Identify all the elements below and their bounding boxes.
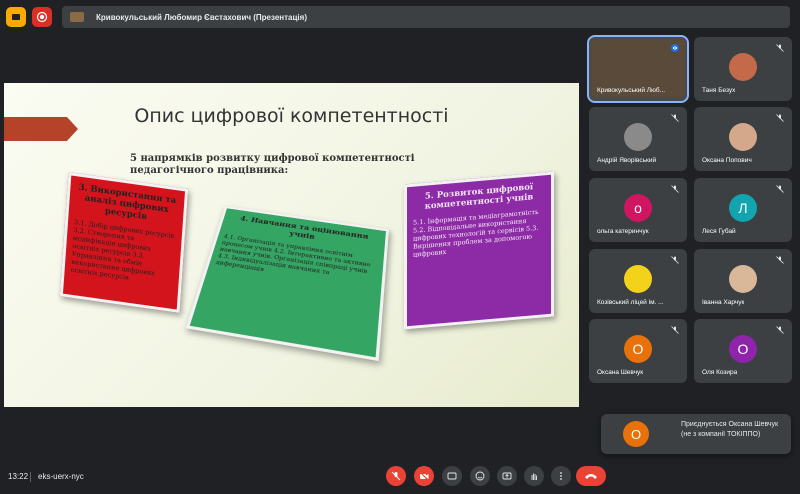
raise-hand-icon[interactable] xyxy=(524,466,544,486)
mic-muted-icon xyxy=(776,326,784,334)
leave-call-button[interactable] xyxy=(576,466,606,486)
slide-subtitle: 5 напрямків розвитку цифрової компетентн… xyxy=(130,153,480,177)
slide-box-students: 5. Розвиток цифрової компетентності учні… xyxy=(404,171,554,329)
participant-name: Леся Губай xyxy=(702,228,736,235)
participant-tile[interactable]: О Оксана Шевчук xyxy=(589,319,687,383)
mic-muted-icon xyxy=(671,256,679,264)
participant-tile[interactable]: О Оля Козира xyxy=(694,319,792,383)
participant-name: Таня Безух xyxy=(702,87,735,94)
avatar xyxy=(624,123,652,151)
mic-muted-icon xyxy=(776,185,784,193)
join-notification[interactable]: О Приєднується Оксана Шевчук (не з компа… xyxy=(601,414,791,454)
slide-title: Опис цифрової компетентності xyxy=(4,105,579,127)
participant-tile[interactable]: Андрій Яворівський xyxy=(589,107,687,171)
box-items: 3.1. Добір цифрових ресурсів 3.2. Створе… xyxy=(70,218,176,288)
participant-name: Іванна Харчук xyxy=(702,299,744,306)
participant-tile[interactable]: Кривокульський Люб... xyxy=(589,37,687,101)
participant-name: Оксана Шевчук xyxy=(597,369,643,376)
speaking-icon xyxy=(671,44,679,52)
mic-muted-icon xyxy=(776,44,784,52)
participant-tile[interactable]: Л Леся Губай xyxy=(694,178,792,242)
presentation-label: Кривокульський Любомир Євстахович (Презе… xyxy=(96,13,307,22)
participant-name: Козівський ліцей ім. ... xyxy=(597,299,664,306)
mic-off-icon[interactable] xyxy=(386,466,406,486)
presenter-icon xyxy=(70,12,84,22)
participant-name: Оксана Попович xyxy=(702,157,752,164)
participant-tile[interactable]: Оксана Попович xyxy=(694,107,792,171)
participant-name: Андрій Яворівський xyxy=(597,157,656,164)
avatar xyxy=(624,265,652,293)
emoji-icon[interactable] xyxy=(470,466,490,486)
top-bar: Кривокульський Любомир Євстахович (Презе… xyxy=(0,0,800,34)
mic-muted-icon xyxy=(776,114,784,122)
avatar: О xyxy=(729,335,757,363)
notification-text: Приєднується Оксана Шевчук (не з компані… xyxy=(681,420,781,440)
avatar: О xyxy=(624,335,652,363)
participant-name: ольга катеринчук xyxy=(597,228,649,235)
captions-icon[interactable] xyxy=(442,466,462,486)
slide-box-learning: 4. Навчання та оцінювання учнів 4.1. Орг… xyxy=(186,206,389,361)
clock: 13:22 xyxy=(8,472,28,481)
avatar xyxy=(729,53,757,81)
participant-tile[interactable]: Козівський ліцей ім. ... xyxy=(589,249,687,313)
avatar xyxy=(729,123,757,151)
hand-icon[interactable] xyxy=(6,7,26,27)
presentation-banner[interactable]: Кривокульський Любомир Євстахович (Презе… xyxy=(62,6,790,28)
avatar: о xyxy=(624,194,652,222)
box-items: 5.1. Інформація та медіаграмотність 5.2.… xyxy=(413,207,545,259)
hang-up-icon xyxy=(584,472,598,480)
shared-slide: Опис цифрової компетентності 5 напрямків… xyxy=(4,83,579,407)
mic-muted-icon xyxy=(776,256,784,264)
participant-tile[interactable]: Іванна Харчук xyxy=(694,249,792,313)
divider xyxy=(30,472,31,482)
mic-muted-icon xyxy=(671,114,679,122)
participant-tile[interactable]: о ольга катеринчук xyxy=(589,178,687,242)
meeting-code[interactable]: eks-uerx-nyc xyxy=(38,472,84,481)
avatar: О xyxy=(623,421,649,447)
avatar xyxy=(729,265,757,293)
participant-name: Оля Козира xyxy=(702,369,737,376)
more-options-icon[interactable] xyxy=(551,466,571,486)
bottom-bar: 13:22 eks-uerx-nyc xyxy=(0,458,800,494)
mic-muted-icon xyxy=(671,326,679,334)
participant-tile[interactable]: Таня Безух xyxy=(694,37,792,101)
avatar: Л xyxy=(729,194,757,222)
camera-off-icon[interactable] xyxy=(414,466,434,486)
slide-box-resources: 3. Використання та аналіз цифрових ресур… xyxy=(60,172,188,313)
participant-name: Кривокульський Люб... xyxy=(597,87,665,94)
record-icon[interactable] xyxy=(32,7,52,27)
mic-muted-icon xyxy=(671,185,679,193)
present-icon[interactable] xyxy=(497,466,517,486)
